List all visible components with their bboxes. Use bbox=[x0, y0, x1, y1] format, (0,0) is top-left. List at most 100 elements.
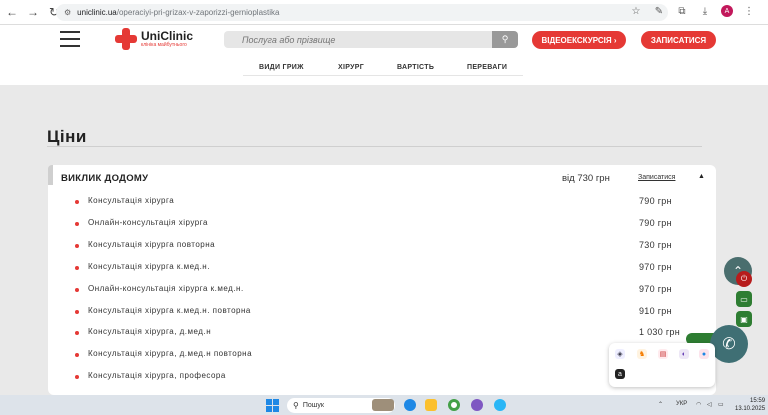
phone-icon: ✆ bbox=[722, 336, 736, 353]
download-icon[interactable]: ⤓ bbox=[698, 4, 712, 18]
service-price: 730 грн bbox=[639, 240, 672, 250]
taskbar-search-label: Пошук bbox=[302, 402, 324, 409]
price-row: Консультація хірурга к.мед.н. повторна 91… bbox=[75, 306, 695, 320]
bullet-icon bbox=[75, 266, 79, 270]
price-row: Онлайн-консультація хірурга 790 грн bbox=[75, 218, 695, 232]
tray-chevron-icon[interactable]: ⌃ bbox=[658, 401, 663, 408]
title-divider bbox=[47, 146, 702, 147]
back-icon[interactable]: ← bbox=[3, 3, 21, 21]
logo[interactable]: UniClinic клініка майбутнього bbox=[115, 28, 193, 50]
price-card-from: від 730 грн bbox=[562, 173, 610, 184]
anchor-divider bbox=[243, 75, 523, 76]
bullet-icon bbox=[75, 288, 79, 292]
pen-icon[interactable]: ✎ bbox=[652, 4, 666, 18]
bookmark-star-icon[interactable]: ☆ bbox=[629, 4, 643, 18]
service-name: Консультація хірурга повторна bbox=[88, 240, 216, 249]
wifi-icon[interactable]: ◠ bbox=[696, 401, 701, 408]
search-icon[interactable]: ⚲ bbox=[492, 31, 518, 48]
service-name: Консультація хірурга к.мед.н. повторна bbox=[88, 306, 251, 315]
hamburger-menu-icon[interactable] bbox=[60, 31, 80, 47]
signup-button[interactable]: ЗАПИСАТИСЯ bbox=[641, 31, 716, 49]
extension-colorful-icon[interactable]: ● bbox=[699, 349, 709, 359]
price-row: Консультація хірурга, д.мед.н повторна bbox=[75, 349, 695, 363]
bullet-icon bbox=[75, 375, 79, 379]
service-price: 790 грн bbox=[639, 218, 672, 228]
screen-icon[interactable]: ▭ bbox=[736, 291, 752, 307]
clock-date: 13.10.2025 bbox=[735, 406, 766, 412]
service-price: 1 030 грн bbox=[639, 327, 680, 337]
service-price: 970 грн bbox=[639, 262, 672, 272]
url-path: /operaciyi-pri-grizax-v-zaporizzi-gernio… bbox=[116, 8, 280, 17]
menu-kebab-icon[interactable]: ⋮ bbox=[742, 4, 756, 18]
extension-purple-icon[interactable]: ◐ bbox=[679, 349, 689, 359]
anchor-cost[interactable]: ВАРТІСТЬ bbox=[397, 64, 434, 71]
site-header: UniClinic клініка майбутнього ⚲ ВІДЕОЕКС… bbox=[0, 25, 768, 55]
collapse-arrow-icon[interactable]: ▲ bbox=[698, 173, 705, 180]
telegram-icon[interactable] bbox=[494, 399, 506, 411]
logo-tagline: клініка майбутнього bbox=[141, 42, 187, 48]
price-row: Консультація хірурга повторна 730 грн bbox=[75, 240, 695, 254]
logo-cross-icon bbox=[115, 28, 137, 50]
anchor-hernia-types[interactable]: ВИДИ ГРИЖ bbox=[259, 64, 304, 71]
price-card-title[interactable]: ВИКЛИК ДОДОМУ bbox=[61, 173, 148, 184]
power-icon[interactable]: ⏻ bbox=[736, 271, 752, 287]
service-name: Онлайн-консультація хірурга bbox=[88, 218, 208, 227]
address-bar[interactable]: ⚙ uniclinic.ua/operaciyi-pri-grizax-v-za… bbox=[56, 4, 668, 21]
price-row: Консультація хірурга к.мед.н. 970 грн bbox=[75, 262, 695, 276]
site-info-icon[interactable]: ⚙ bbox=[64, 8, 71, 17]
bullet-icon bbox=[75, 200, 79, 204]
extension-dark-icon[interactable]: a bbox=[615, 369, 625, 379]
extension-orange-icon[interactable]: ♞ bbox=[637, 349, 647, 359]
chrome-icon[interactable] bbox=[448, 399, 460, 411]
bullet-icon bbox=[75, 244, 79, 248]
file-explorer-icon[interactable] bbox=[425, 399, 437, 411]
service-name: Онлайн-консультація хірурга к.мед.н. bbox=[88, 284, 244, 293]
service-name: Консультація хірурга, д.мед.н bbox=[88, 327, 212, 336]
anchor-surgeon[interactable]: ХІРУРГ bbox=[338, 64, 364, 71]
url-host: uniclinic.ua bbox=[77, 8, 117, 17]
clock-time: 15:59 bbox=[750, 398, 766, 404]
contact-card-icon[interactable]: ▣ bbox=[736, 311, 752, 327]
logo-name: UniClinic bbox=[141, 29, 194, 43]
volume-icon[interactable]: ◁ bbox=[707, 401, 712, 408]
bullet-icon bbox=[75, 331, 79, 335]
bullet-icon bbox=[75, 353, 79, 357]
service-price: 970 грн bbox=[639, 284, 672, 294]
edge-icon[interactable] bbox=[404, 399, 416, 411]
taskbar: ⚲ Пошук ⌃ УКР ◠ ◁ ▭ 15:59 13.10.2025 bbox=[0, 395, 768, 415]
search-box: ⚲ bbox=[224, 31, 518, 48]
clock[interactable]: 15:59 13.10.2025 bbox=[735, 397, 765, 413]
video-tour-button[interactable]: ВІДЕОЕКСКУРСІЯ › bbox=[532, 31, 626, 49]
taskbar-widget-icon[interactable] bbox=[372, 399, 394, 411]
extension-red-icon[interactable]: ▤ bbox=[658, 349, 668, 359]
search-input[interactable] bbox=[242, 31, 492, 48]
bullet-icon bbox=[75, 222, 79, 226]
extensions-icon[interactable]: ⧉ bbox=[675, 4, 689, 18]
language-indicator[interactable]: УКР bbox=[676, 401, 687, 407]
service-name: Консультація хірурга bbox=[88, 196, 175, 205]
anchor-advantages[interactable]: ПЕРЕВАГИ bbox=[467, 64, 507, 71]
battery-icon[interactable]: ▭ bbox=[718, 401, 724, 408]
service-name: Консультація хірурга к.мед.н. bbox=[88, 262, 210, 271]
profile-avatar[interactable]: A bbox=[721, 5, 733, 17]
extensions-popup: ◈ ♞ ▤ ◐ ● a bbox=[609, 343, 715, 387]
price-row: Онлайн-консультація хірурга к.мед.н. 970 … bbox=[75, 284, 695, 298]
price-row: Консультація хірурга 790 грн bbox=[75, 196, 695, 210]
browser-toolbar: ← → ↻ ⚙ uniclinic.ua/operaciyi-pri-griza… bbox=[0, 0, 768, 25]
price-card-signup-link[interactable]: Записатися bbox=[638, 174, 675, 181]
bullet-icon bbox=[75, 310, 79, 314]
windows-start-icon[interactable] bbox=[266, 399, 279, 412]
service-price: 910 грн bbox=[639, 306, 672, 316]
page-title: Ціни bbox=[47, 127, 87, 146]
phone-call-button[interactable]: ✆ bbox=[710, 325, 748, 363]
viber-icon[interactable] bbox=[471, 399, 483, 411]
card-accent bbox=[48, 165, 53, 185]
extension-a-icon[interactable]: ◈ bbox=[615, 349, 625, 359]
service-name: Консультація хірурга, д.мед.н повторна bbox=[88, 349, 253, 358]
search-icon: ⚲ bbox=[293, 401, 299, 410]
price-row: Консультація хірурга, д.мед.н 1 030 грн bbox=[75, 327, 695, 341]
anchor-nav: ВИДИ ГРИЖ ХІРУРГ ВАРТІСТЬ ПЕРЕВАГИ bbox=[0, 55, 768, 85]
service-price: 790 грн bbox=[639, 196, 672, 206]
price-row: Консультація хірурга, професора bbox=[75, 371, 695, 385]
forward-icon[interactable]: → bbox=[24, 3, 42, 21]
